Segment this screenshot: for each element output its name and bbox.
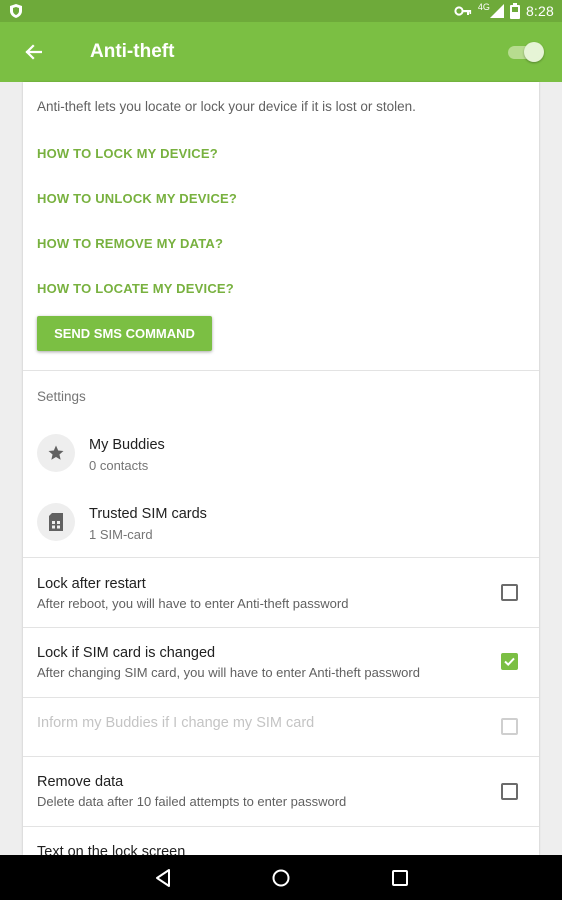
- buddies-icon-circle: [37, 434, 75, 472]
- my-buddies-row[interactable]: [23, 420, 539, 486]
- toggle-thumb: [524, 42, 544, 62]
- my-buddies-subtitle: 0 contacts: [89, 458, 149, 473]
- status-bar: 4G 8:28: [0, 0, 562, 22]
- remove-data-title: Remove data: [37, 774, 124, 790]
- trusted-sim-cards-row[interactable]: [23, 487, 539, 557]
- app-bar: Anti-theft: [0, 22, 562, 82]
- back-icon: [156, 869, 170, 887]
- send-sms-command-button[interactable]: SEND SMS COMMAND: [37, 316, 212, 351]
- link-how-to-unlock[interactable]: HOW TO UNLOCK MY DEVICE?: [37, 191, 237, 206]
- recents-icon: [392, 870, 408, 886]
- remove-data-subtitle: Delete data after 10 failed attempts to …: [37, 794, 347, 809]
- divider: [23, 370, 539, 371]
- link-how-to-locate[interactable]: HOW TO LOCATE MY DEVICE?: [37, 281, 234, 296]
- battery-icon: [509, 3, 520, 19]
- nav-home-button[interactable]: [268, 865, 294, 891]
- intro-text: Anti-theft lets you locate or lock your …: [37, 99, 416, 114]
- lock-after-restart-checkbox[interactable]: [501, 584, 518, 601]
- sim-icon-circle: [37, 503, 75, 541]
- lock-if-sim-changed-checkbox[interactable]: [501, 653, 518, 670]
- vpn-key-icon: [454, 6, 472, 16]
- nav-back-button[interactable]: [150, 865, 176, 891]
- lock-after-restart-row[interactable]: [23, 558, 539, 627]
- anti-theft-toggle[interactable]: [506, 40, 544, 64]
- network-type-label: 4G: [477, 2, 490, 12]
- my-buddies-title: My Buddies: [89, 437, 165, 453]
- trusted-sim-cards-title: Trusted SIM cards: [89, 506, 207, 522]
- sim-card-icon: [49, 513, 63, 531]
- settings-card: Anti-theft lets you locate or lock your …: [23, 82, 539, 855]
- navigation-bar: [0, 855, 562, 900]
- lock-if-sim-changed-subtitle: After changing SIM card, you will have t…: [37, 665, 420, 680]
- arrow-back-icon: [25, 44, 42, 60]
- star-icon: [48, 445, 64, 460]
- lock-if-sim-changed-title: Lock if SIM card is changed: [37, 645, 216, 661]
- lock-after-restart-title: Lock after restart: [37, 576, 146, 592]
- remove-data-row[interactable]: [23, 757, 539, 826]
- home-icon: [272, 869, 290, 887]
- lock-if-sim-changed-row[interactable]: [23, 628, 539, 697]
- lock-after-restart-subtitle: After reboot, you will have to enter Ant…: [37, 596, 349, 611]
- remove-data-checkbox[interactable]: [501, 783, 518, 800]
- checkmark-icon: [504, 657, 515, 667]
- trusted-sim-cards-subtitle: 1 SIM-card: [89, 527, 153, 542]
- link-how-to-remove-data[interactable]: HOW TO REMOVE MY DATA?: [37, 236, 223, 251]
- divider: [23, 697, 539, 698]
- lock-screen-text-title: Text on the lock screen: [37, 844, 186, 855]
- settings-section-label: Settings: [37, 389, 86, 404]
- signal-icon: [489, 4, 504, 18]
- link-how-to-lock[interactable]: HOW TO LOCK MY DEVICE?: [37, 146, 218, 161]
- page-title: Anti-theft: [90, 41, 175, 62]
- back-button[interactable]: [18, 38, 48, 66]
- inform-buddies-title: Inform my Buddies if I change my SIM car…: [37, 715, 315, 731]
- nav-recents-button[interactable]: [387, 865, 413, 891]
- inform-buddies-checkbox: [501, 718, 518, 735]
- shield-icon: [10, 4, 22, 18]
- status-time: 8:28: [525, 3, 554, 19]
